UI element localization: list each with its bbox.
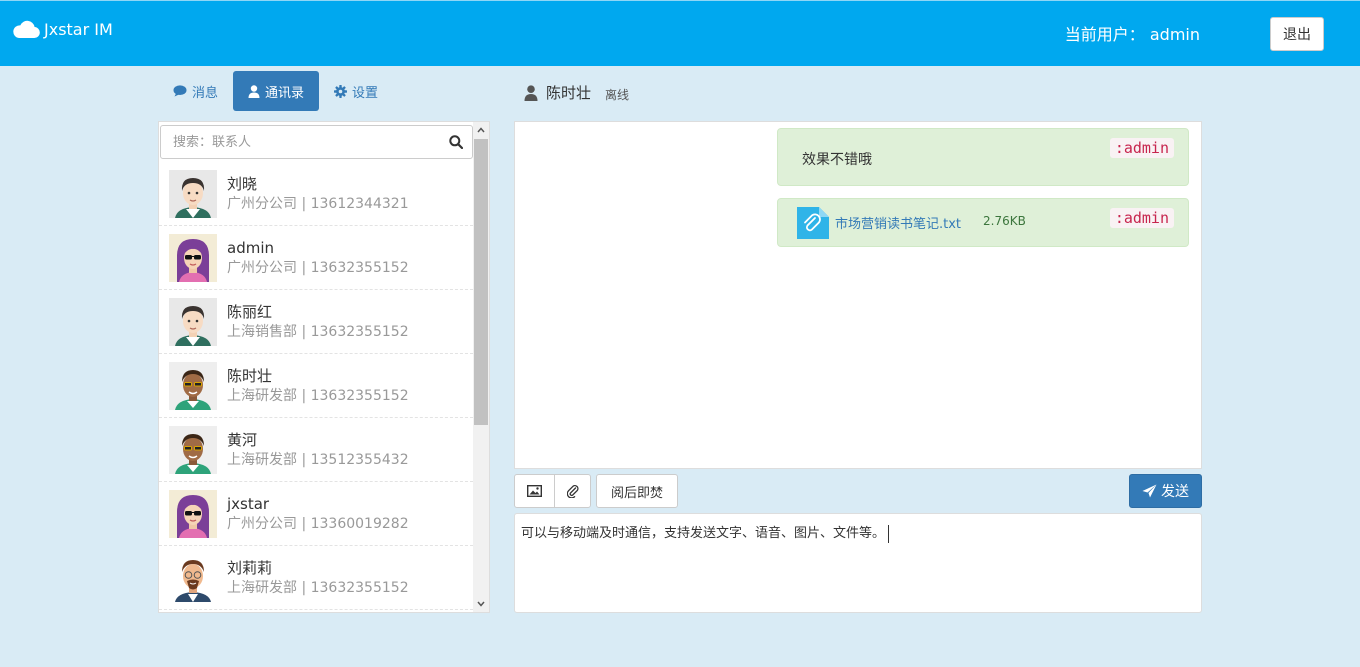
message-sender-tag: :admin <box>1109 138 1174 158</box>
contact-subtitle: 上海研发部 | 13512355432 <box>227 451 409 468</box>
message-area: 效果不错哦 :admin 市场营销读书笔记.txt 2.76KB :admin <box>514 121 1202 469</box>
app-brand: Jxstar IM <box>12 19 113 39</box>
image-icon <box>527 485 542 497</box>
top-bar: Jxstar IM 当前用户： admin 退出 <box>0 0 1360 66</box>
scroll-thumb[interactable] <box>474 139 488 425</box>
contact-name: 黄河 <box>227 430 258 449</box>
burn-after-reading-label: 阅后即焚 <box>610 485 663 501</box>
app-title: Jxstar IM <box>44 19 113 39</box>
search-box <box>160 125 473 159</box>
woman-sunglasses-avatar <box>169 489 217 538</box>
burn-after-reading-button[interactable]: 阅后即焚 <box>596 474 678 508</box>
contact-subtitle: 上海销售部 | 13632355152 <box>227 323 409 340</box>
gear-icon <box>334 84 348 98</box>
logout-button[interactable]: 退出 <box>1270 17 1324 51</box>
chat-header: 陈时壮 离线 <box>524 82 629 103</box>
cloud-icon <box>13 20 40 39</box>
contact-name: jxstar <box>227 494 270 513</box>
tab-contacts-label: 通讯录 <box>265 85 305 101</box>
message-bubble-file: 市场营销读书笔记.txt 2.76KB :admin <box>777 198 1189 247</box>
contact-list-scrollbar[interactable] <box>473 122 489 612</box>
contact-item[interactable]: 刘晓 广州分公司 | 13612344321 <box>159 162 473 226</box>
tab-messages[interactable]: 消息 <box>158 71 233 111</box>
contact-item[interactable]: 刘莉莉 上海研发部 | 13632355152 <box>159 546 473 610</box>
contact-subtitle: 上海研发部 | 13632355152 <box>227 579 409 596</box>
contact-item[interactable]: 陈丽红 上海销售部 | 13632355152 <box>159 290 473 354</box>
send-label: 发送 <box>1161 484 1189 500</box>
message-text: 效果不错哦 <box>802 152 872 168</box>
comment-icon <box>173 85 187 97</box>
man-sunglasses-avatar <box>169 425 217 474</box>
contact-name: 刘莉莉 <box>227 558 273 577</box>
tab-settings[interactable]: 设置 <box>319 71 393 111</box>
paperclip-icon <box>566 484 579 498</box>
file-attachment-icon <box>797 207 829 239</box>
search-input[interactable] <box>161 126 431 158</box>
contact-name: 刘晓 <box>227 174 258 193</box>
user-icon <box>248 84 260 98</box>
scroll-down-arrow-icon[interactable] <box>473 596 489 612</box>
man-glasses-avatar <box>169 553 217 602</box>
contact-subtitle: 广州分公司 | 13360019282 <box>227 515 409 532</box>
tab-contacts[interactable]: 通讯录 <box>233 71 320 111</box>
contact-subtitle: 广州分公司 | 13632355152 <box>227 259 409 276</box>
chat-contact-status: 离线 <box>605 88 630 102</box>
contact-panel: 刘晓 广州分公司 | 13612344321 admin 广州分公司 | 136… <box>158 121 490 613</box>
send-button[interactable]: 发送 <box>1129 474 1202 508</box>
file-size: 2.76KB <box>983 214 1026 228</box>
contact-list: 刘晓 广州分公司 | 13612344321 admin 广州分公司 | 136… <box>159 162 473 610</box>
contact-subtitle: 广州分公司 | 13612344321 <box>227 195 409 212</box>
contact-name: admin <box>227 238 274 257</box>
send-image-button[interactable] <box>514 474 555 508</box>
contact-subtitle: 上海研发部 | 13632355152 <box>227 387 409 404</box>
tab-settings-label: 设置 <box>352 85 379 101</box>
contact-name: 陈时壮 <box>227 366 273 385</box>
search-icon[interactable] <box>449 135 463 149</box>
file-name-link[interactable]: 市场营销读书笔记.txt <box>835 213 961 232</box>
current-user-name: admin <box>1149 25 1200 44</box>
current-user-label: 当前用户： <box>1064 25 1145 44</box>
man-sunglasses-avatar <box>169 361 217 410</box>
contact-item[interactable]: jxstar 广州分公司 | 13360019282 <box>159 482 473 546</box>
text-cursor <box>888 524 890 543</box>
contact-item[interactable]: 陈时壮 上海研发部 | 13632355152 <box>159 354 473 418</box>
chat-contact-name: 陈时壮 <box>546 84 592 102</box>
message-sender-tag: :admin <box>1109 208 1174 228</box>
scroll-up-arrow-icon[interactable] <box>473 122 489 138</box>
user-icon <box>524 84 538 101</box>
nav-tabs: 消息 通讯录 设置 <box>158 71 393 111</box>
man-avatar <box>169 169 217 218</box>
woman-sunglasses-avatar <box>169 233 217 282</box>
contact-item[interactable]: 黄河 上海研发部 | 13512355432 <box>159 418 473 482</box>
message-input-text: 可以与移动端及时通信，支持发送文字、语音、图片、文件等。 <box>521 526 886 541</box>
man-avatar <box>169 297 217 346</box>
contact-name: 陈丽红 <box>227 302 273 321</box>
send-icon <box>1142 484 1157 498</box>
message-input[interactable]: 可以与移动端及时通信，支持发送文字、语音、图片、文件等。 <box>514 513 1202 613</box>
send-file-button[interactable] <box>554 474 591 508</box>
message-bubble: 效果不错哦 :admin <box>777 128 1189 186</box>
tab-messages-label: 消息 <box>192 85 219 101</box>
current-user: 当前用户： admin <box>1065 21 1200 45</box>
contact-item[interactable]: admin 广州分公司 | 13632355152 <box>159 226 473 290</box>
